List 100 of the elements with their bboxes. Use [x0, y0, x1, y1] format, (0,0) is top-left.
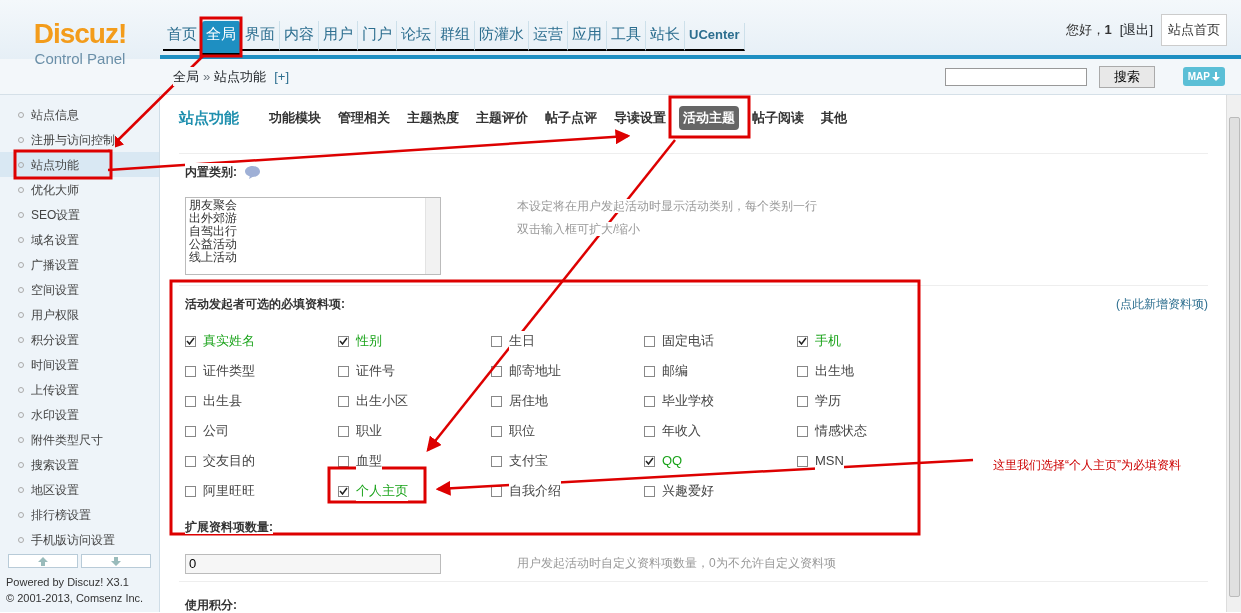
add-field-link[interactable]: (点此新增资料项): [1116, 295, 1208, 313]
checkbox[interactable]: [797, 335, 808, 347]
sub-tab[interactable]: 活动主题: [679, 106, 739, 130]
checkbox[interactable]: [797, 455, 808, 467]
logout-link[interactable]: [退出]: [1119, 20, 1153, 40]
option-label: 生日: [509, 331, 535, 351]
nav-tab[interactable]: 用户: [319, 21, 358, 51]
checkbox[interactable]: [491, 485, 502, 497]
checkbox[interactable]: [338, 365, 349, 377]
logo-title: Discuz!: [32, 20, 128, 48]
checkbox[interactable]: [644, 335, 655, 347]
checkbox[interactable]: [797, 425, 808, 437]
checkbox[interactable]: [644, 455, 655, 467]
sub-tab[interactable]: 导读设置: [610, 106, 670, 130]
checkbox[interactable]: [338, 425, 349, 437]
sidebar-item[interactable]: 附件类型尺寸: [0, 427, 159, 452]
company-link[interactable]: Comsenz Inc.: [75, 592, 144, 604]
nav-tab[interactable]: UCenter: [685, 23, 745, 51]
sub-tab[interactable]: 帖子阅读: [748, 106, 808, 130]
sidebar-item[interactable]: SEO设置: [0, 202, 159, 227]
sidebar-item[interactable]: 域名设置: [0, 227, 159, 252]
sidebar-item[interactable]: 站点信息: [0, 102, 159, 127]
sidebar-item[interactable]: 排行榜设置: [0, 502, 159, 527]
sidebar-item[interactable]: 空间设置: [0, 277, 159, 302]
checkbox[interactable]: [338, 455, 349, 467]
sidebar-item[interactable]: 注册与访问控制: [0, 127, 159, 152]
textarea-scrollbar[interactable]: [425, 198, 440, 274]
scroll-up-button[interactable]: [8, 554, 78, 568]
checkbox[interactable]: [491, 395, 502, 407]
sub-tab[interactable]: 主题评价: [472, 106, 532, 130]
vertical-scrollbar[interactable]: [1226, 95, 1241, 612]
checkbox[interactable]: [491, 455, 502, 467]
checkbox[interactable]: [797, 395, 808, 407]
help-icon[interactable]: [245, 165, 260, 179]
checkbox[interactable]: [185, 485, 196, 497]
category-line: 自驾出行: [189, 225, 238, 238]
option-label: 个人主页: [356, 481, 408, 501]
hint-text: 双击输入框可扩大/缩小: [517, 222, 641, 236]
sidebar-item[interactable]: 广播设置: [0, 252, 159, 277]
sidebar-item[interactable]: 上传设置: [0, 377, 159, 402]
sidebar-item[interactable]: 时间设置: [0, 352, 159, 377]
nav-tab[interactable]: 运营: [529, 21, 568, 51]
field-label: 内置类别:: [185, 163, 237, 181]
nav-tab[interactable]: 站长: [646, 21, 685, 51]
checkbox[interactable]: [185, 425, 196, 437]
nav-tab[interactable]: 工具: [607, 21, 646, 51]
sidebar-item[interactable]: 用户权限: [0, 302, 159, 327]
section-title: 站点功能: [179, 107, 239, 128]
checkbox[interactable]: [644, 395, 655, 407]
checkbox[interactable]: [644, 485, 655, 497]
sidebar-item[interactable]: 积分设置: [0, 327, 159, 352]
checkbox[interactable]: [338, 395, 349, 407]
count-input[interactable]: 0: [185, 553, 441, 574]
product-link[interactable]: Discuz!: [67, 576, 104, 588]
search-field[interactable]: [944, 67, 1087, 86]
nav-tab[interactable]: 内容: [280, 21, 319, 51]
home-button[interactable]: 站点首页: [1161, 14, 1227, 46]
category-line: 公益活动: [189, 238, 238, 251]
sidebar-item[interactable]: 搜索设置: [0, 452, 159, 477]
down-arrow-icon: [111, 556, 121, 566]
category-line: 朋友聚会: [189, 199, 238, 212]
nav-tab[interactable]: 群组: [436, 21, 475, 51]
sub-tab[interactable]: 主题热度: [403, 106, 463, 130]
checkbox[interactable]: [185, 335, 196, 347]
checkbox[interactable]: [491, 365, 502, 377]
sidebar-item[interactable]: 优化大师: [0, 177, 159, 202]
checkbox[interactable]: [338, 335, 349, 347]
sub-tab[interactable]: 功能模块: [265, 106, 325, 130]
sub-tab[interactable]: 管理相关: [334, 106, 394, 130]
checkbox[interactable]: [185, 455, 196, 467]
nav-tab[interactable]: 防灌水: [475, 21, 529, 51]
checkbox[interactable]: [491, 425, 502, 437]
breadcrumb-separator: »: [203, 67, 211, 86]
checkbox[interactable]: [644, 425, 655, 437]
sidebar-item[interactable]: 水印设置: [0, 402, 159, 427]
sub-tab[interactable]: 其他: [817, 106, 851, 130]
breadcrumb-link[interactable]: 全局: [173, 66, 199, 87]
field-label: 使用积分:: [185, 598, 237, 612]
checkbox[interactable]: [185, 395, 196, 407]
add-link[interactable]: [+]: [274, 66, 290, 87]
checkbox[interactable]: [491, 335, 502, 347]
hint-text: 本设定将在用户发起活动时显示活动类别，每个类别一行: [517, 199, 817, 213]
nav-tab[interactable]: 论坛: [397, 21, 436, 51]
nav-tab[interactable]: 应用: [568, 21, 607, 51]
scroll-down-button[interactable]: [81, 554, 151, 568]
checkbox[interactable]: [797, 365, 808, 377]
sidebar-item[interactable]: 地区设置: [0, 477, 159, 502]
down-arrow-icon: [1212, 72, 1220, 81]
option-label: 血型: [356, 451, 382, 471]
category-textarea[interactable]: 朋友聚会 出外郊游 自驾出行 公益活动 线上活动: [185, 197, 441, 275]
sub-tab[interactable]: 帖子点评: [541, 106, 601, 130]
checkbox[interactable]: [338, 485, 349, 497]
checkbox[interactable]: [644, 365, 655, 377]
annotation-note: 这里我们选择“个人主页”为必填资料: [993, 457, 1181, 474]
nav-tab[interactable]: 界面: [241, 21, 280, 51]
checkbox[interactable]: [185, 365, 196, 377]
sidebar-item[interactable]: 手机版访问设置: [0, 527, 159, 552]
search-button[interactable]: 搜索: [1098, 65, 1155, 88]
nav-tab[interactable]: 门户: [358, 21, 397, 51]
nav-tab[interactable]: 全局: [202, 21, 241, 55]
